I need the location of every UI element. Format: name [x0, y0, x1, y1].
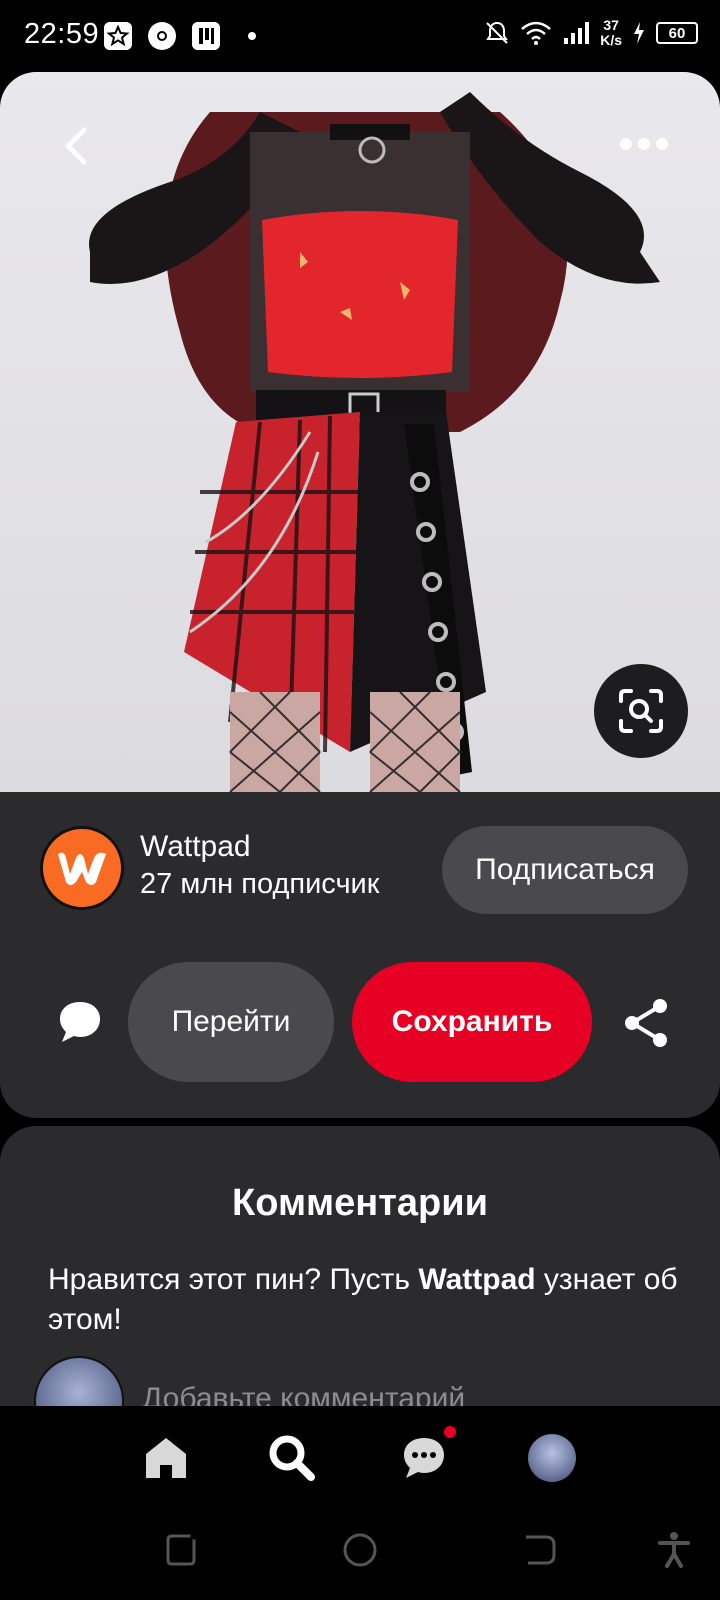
home-icon [146, 1438, 186, 1478]
back-button[interactable] [56, 124, 96, 168]
nav-search[interactable] [266, 1432, 318, 1484]
accessibility-button[interactable] [654, 1530, 694, 1570]
comments-prompt: Нравится этот пин? Пусть Wattpad узнает … [48, 1260, 688, 1340]
charging-icon [634, 22, 644, 44]
share-icon [625, 999, 667, 1047]
recents-button[interactable] [160, 1530, 200, 1570]
status-right: 37 K/s 60 [484, 18, 698, 48]
back-icon [65, 127, 87, 165]
status-bar: 22:59 37 K/s 60 [0, 0, 720, 72]
add-comment-input[interactable]: Добавьте комментарий [142, 1382, 465, 1406]
pin-details-card: Wattpad 27 млн подписчик Подписаться Пер… [0, 792, 720, 1118]
messages-icon [404, 1438, 444, 1478]
back-system-button[interactable] [520, 1530, 560, 1570]
more-button[interactable] [620, 132, 670, 156]
home-circle-icon [343, 1533, 377, 1567]
creator-avatar[interactable] [40, 826, 124, 910]
notification-badge [444, 1426, 456, 1438]
search-icon [269, 1435, 315, 1481]
comments-section: Комментарии Нравится этот пин? Пусть Wat… [0, 1126, 720, 1406]
nav-messages[interactable] [398, 1426, 456, 1484]
my-avatar [34, 1356, 124, 1406]
goto-button[interactable]: Перейти [128, 962, 334, 1082]
accessibility-icon [658, 1532, 690, 1568]
system-navigation [0, 1510, 720, 1600]
nav-profile[interactable] [526, 1432, 578, 1484]
app-icon [192, 22, 220, 50]
creator-followers: 27 млн подписчик [140, 868, 380, 900]
network-speed: 37 K/s [600, 18, 622, 48]
pin-image[interactable] [0, 72, 720, 792]
creator-name[interactable]: Wattpad [140, 830, 251, 864]
visual-search-icon [619, 689, 663, 733]
chrome-icon [148, 22, 176, 50]
signal-icon [564, 22, 590, 44]
status-time: 22:59 [24, 18, 100, 50]
back-system-icon [526, 1535, 556, 1565]
profile-avatar [528, 1434, 576, 1482]
bottom-navigation [0, 1406, 720, 1510]
prompt-creator-name[interactable]: Wattpad [418, 1263, 535, 1296]
star-icon [104, 22, 132, 50]
notification-dot [248, 32, 256, 40]
wifi-icon [521, 21, 552, 45]
subscribe-button[interactable]: Подписаться [442, 826, 688, 914]
mute-icon [486, 21, 509, 44]
wattpad-logo-icon [58, 852, 106, 885]
comment-icon [60, 1002, 100, 1042]
prompt-text: Нравится этот пин? Пусть [48, 1263, 419, 1296]
battery-indicator: 60 [656, 22, 698, 44]
speed-value: 37 [603, 17, 619, 33]
share-button[interactable] [622, 998, 670, 1048]
nav-home[interactable] [140, 1432, 192, 1484]
recents-icon [166, 1531, 199, 1566]
comment-button[interactable] [56, 998, 104, 1046]
speed-unit: K/s [600, 32, 622, 48]
home-system-button[interactable] [340, 1530, 380, 1570]
more-icon [620, 138, 632, 150]
comments-title: Комментарии [232, 1182, 488, 1224]
visual-search-button[interactable] [594, 664, 688, 758]
save-button[interactable]: Сохранить [352, 962, 592, 1082]
